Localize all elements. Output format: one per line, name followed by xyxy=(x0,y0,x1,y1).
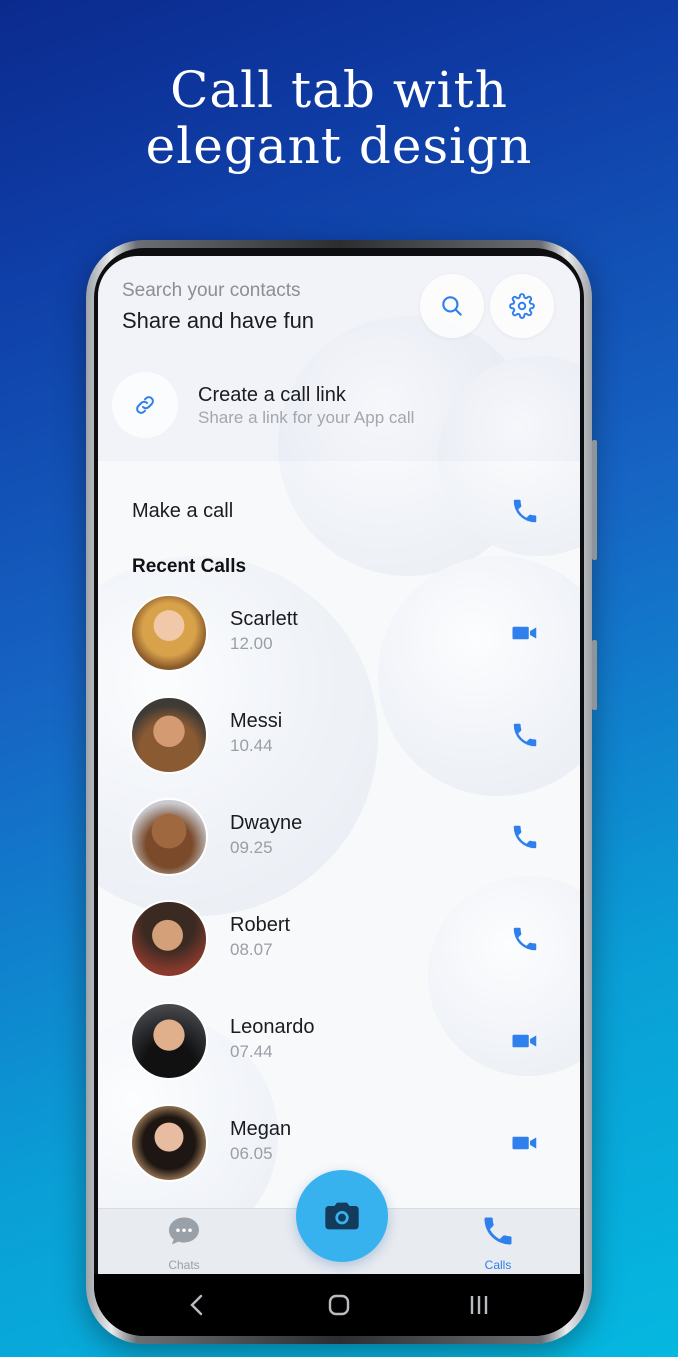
call-row-robert[interactable]: Robert 08.07 xyxy=(98,900,580,982)
video-camera-icon[interactable] xyxy=(510,1026,540,1056)
make-call-label[interactable]: Make a call xyxy=(132,500,233,523)
promo-line-1: Call tab with xyxy=(170,61,508,119)
recent-calls-heading: Recent Calls xyxy=(132,556,247,577)
promo-headline: Call tab with elegant design xyxy=(0,62,678,174)
phone-icon[interactable] xyxy=(510,822,540,852)
promo-line-2: elegant design xyxy=(145,117,533,175)
call-row-scarlett[interactable]: Scarlett 12.00 xyxy=(98,594,580,676)
contact-name: Robert xyxy=(230,914,291,936)
app-screen: Search your contacts Share and have fun … xyxy=(98,256,580,1274)
back-button[interactable] xyxy=(182,1290,212,1320)
home-icon xyxy=(328,1294,350,1316)
call-link-button[interactable] xyxy=(112,372,178,438)
tab-chats[interactable]: Chats xyxy=(134,1213,234,1272)
call-link-subtitle: Share a link for your App call xyxy=(198,408,415,427)
call-time: 06.05 xyxy=(230,1144,273,1163)
back-chevron-icon xyxy=(190,1294,203,1316)
phone-frame: Search your contacts Share and have fun … xyxy=(86,240,597,1344)
call-time: 08.07 xyxy=(230,940,273,959)
settings-button[interactable] xyxy=(490,274,554,338)
camera-fab-button[interactable] xyxy=(296,1170,388,1262)
tab-calls-label: Calls xyxy=(484,1258,512,1272)
call-row-messi[interactable]: Messi 10.44 xyxy=(98,696,580,778)
avatar xyxy=(130,594,208,672)
recents-icon xyxy=(470,1296,488,1314)
call-time: 10.44 xyxy=(230,736,273,755)
home-button[interactable] xyxy=(324,1290,354,1320)
recents-button[interactable] xyxy=(464,1290,494,1320)
phone-bezel: Search your contacts Share and have fun … xyxy=(94,248,584,1336)
phone-icon[interactable] xyxy=(510,924,540,954)
tab-chats-label: Chats xyxy=(168,1258,200,1272)
phone-icon[interactable] xyxy=(510,720,540,750)
contact-name: Messi xyxy=(230,710,283,732)
tab-calls[interactable]: Calls xyxy=(448,1213,548,1272)
volume-button xyxy=(592,440,597,560)
system-navigation-bar xyxy=(94,1274,584,1336)
call-time: 12.00 xyxy=(230,634,273,653)
gear-icon xyxy=(509,293,535,319)
header-subtitle: Share and have fun xyxy=(122,308,315,333)
call-link-title[interactable]: Create a call link xyxy=(198,384,346,407)
call-time: 07.44 xyxy=(230,1042,273,1061)
contact-name: Megan xyxy=(230,1118,292,1140)
contact-name: Dwayne xyxy=(230,812,303,834)
camera-icon xyxy=(325,1202,359,1230)
power-button xyxy=(592,640,597,710)
chat-bubble-icon xyxy=(169,1217,199,1245)
search-icon xyxy=(442,296,462,316)
avatar xyxy=(130,1104,208,1182)
phone-icon xyxy=(484,1217,512,1245)
contact-name: Leonardo xyxy=(230,1016,315,1038)
phone-icon[interactable] xyxy=(510,496,540,526)
avatar xyxy=(130,900,208,978)
contact-name: Scarlett xyxy=(230,608,298,630)
call-row-leonardo[interactable]: Leonardo 07.44 xyxy=(98,1002,580,1084)
link-icon xyxy=(136,396,154,414)
avatar xyxy=(130,696,208,774)
avatar xyxy=(130,798,208,876)
video-camera-icon[interactable] xyxy=(510,1128,540,1158)
avatar xyxy=(130,1002,208,1080)
video-camera-icon[interactable] xyxy=(510,618,540,648)
search-button[interactable] xyxy=(420,274,484,338)
search-hint[interactable]: Search your contacts xyxy=(122,280,300,302)
call-time: 09.25 xyxy=(230,838,273,857)
call-row-dwayne[interactable]: Dwayne 09.25 xyxy=(98,798,580,880)
